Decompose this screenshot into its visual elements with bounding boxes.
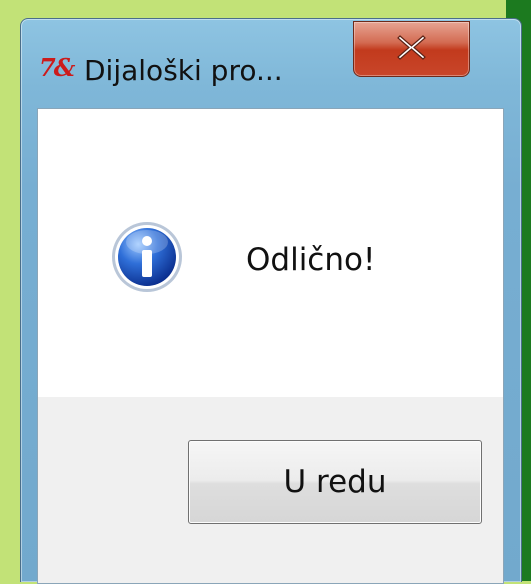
close-button[interactable] [353,21,470,77]
information-icon [112,222,182,292]
close-icon [397,35,426,60]
window-title: Dijaloški pro... [84,54,283,87]
dialog-content: Odlično! U redu [37,108,504,584]
button-area: U redu [38,397,503,583]
dialog-window: 7& Dijaloški pro... Odlično! U redu [20,18,522,584]
dialog-message: Odlično! [246,242,376,278]
ok-button[interactable]: U redu [188,440,482,524]
app-icon: 7& [39,53,75,82]
title-bar[interactable]: 7& Dijaloški pro... [21,19,521,105]
